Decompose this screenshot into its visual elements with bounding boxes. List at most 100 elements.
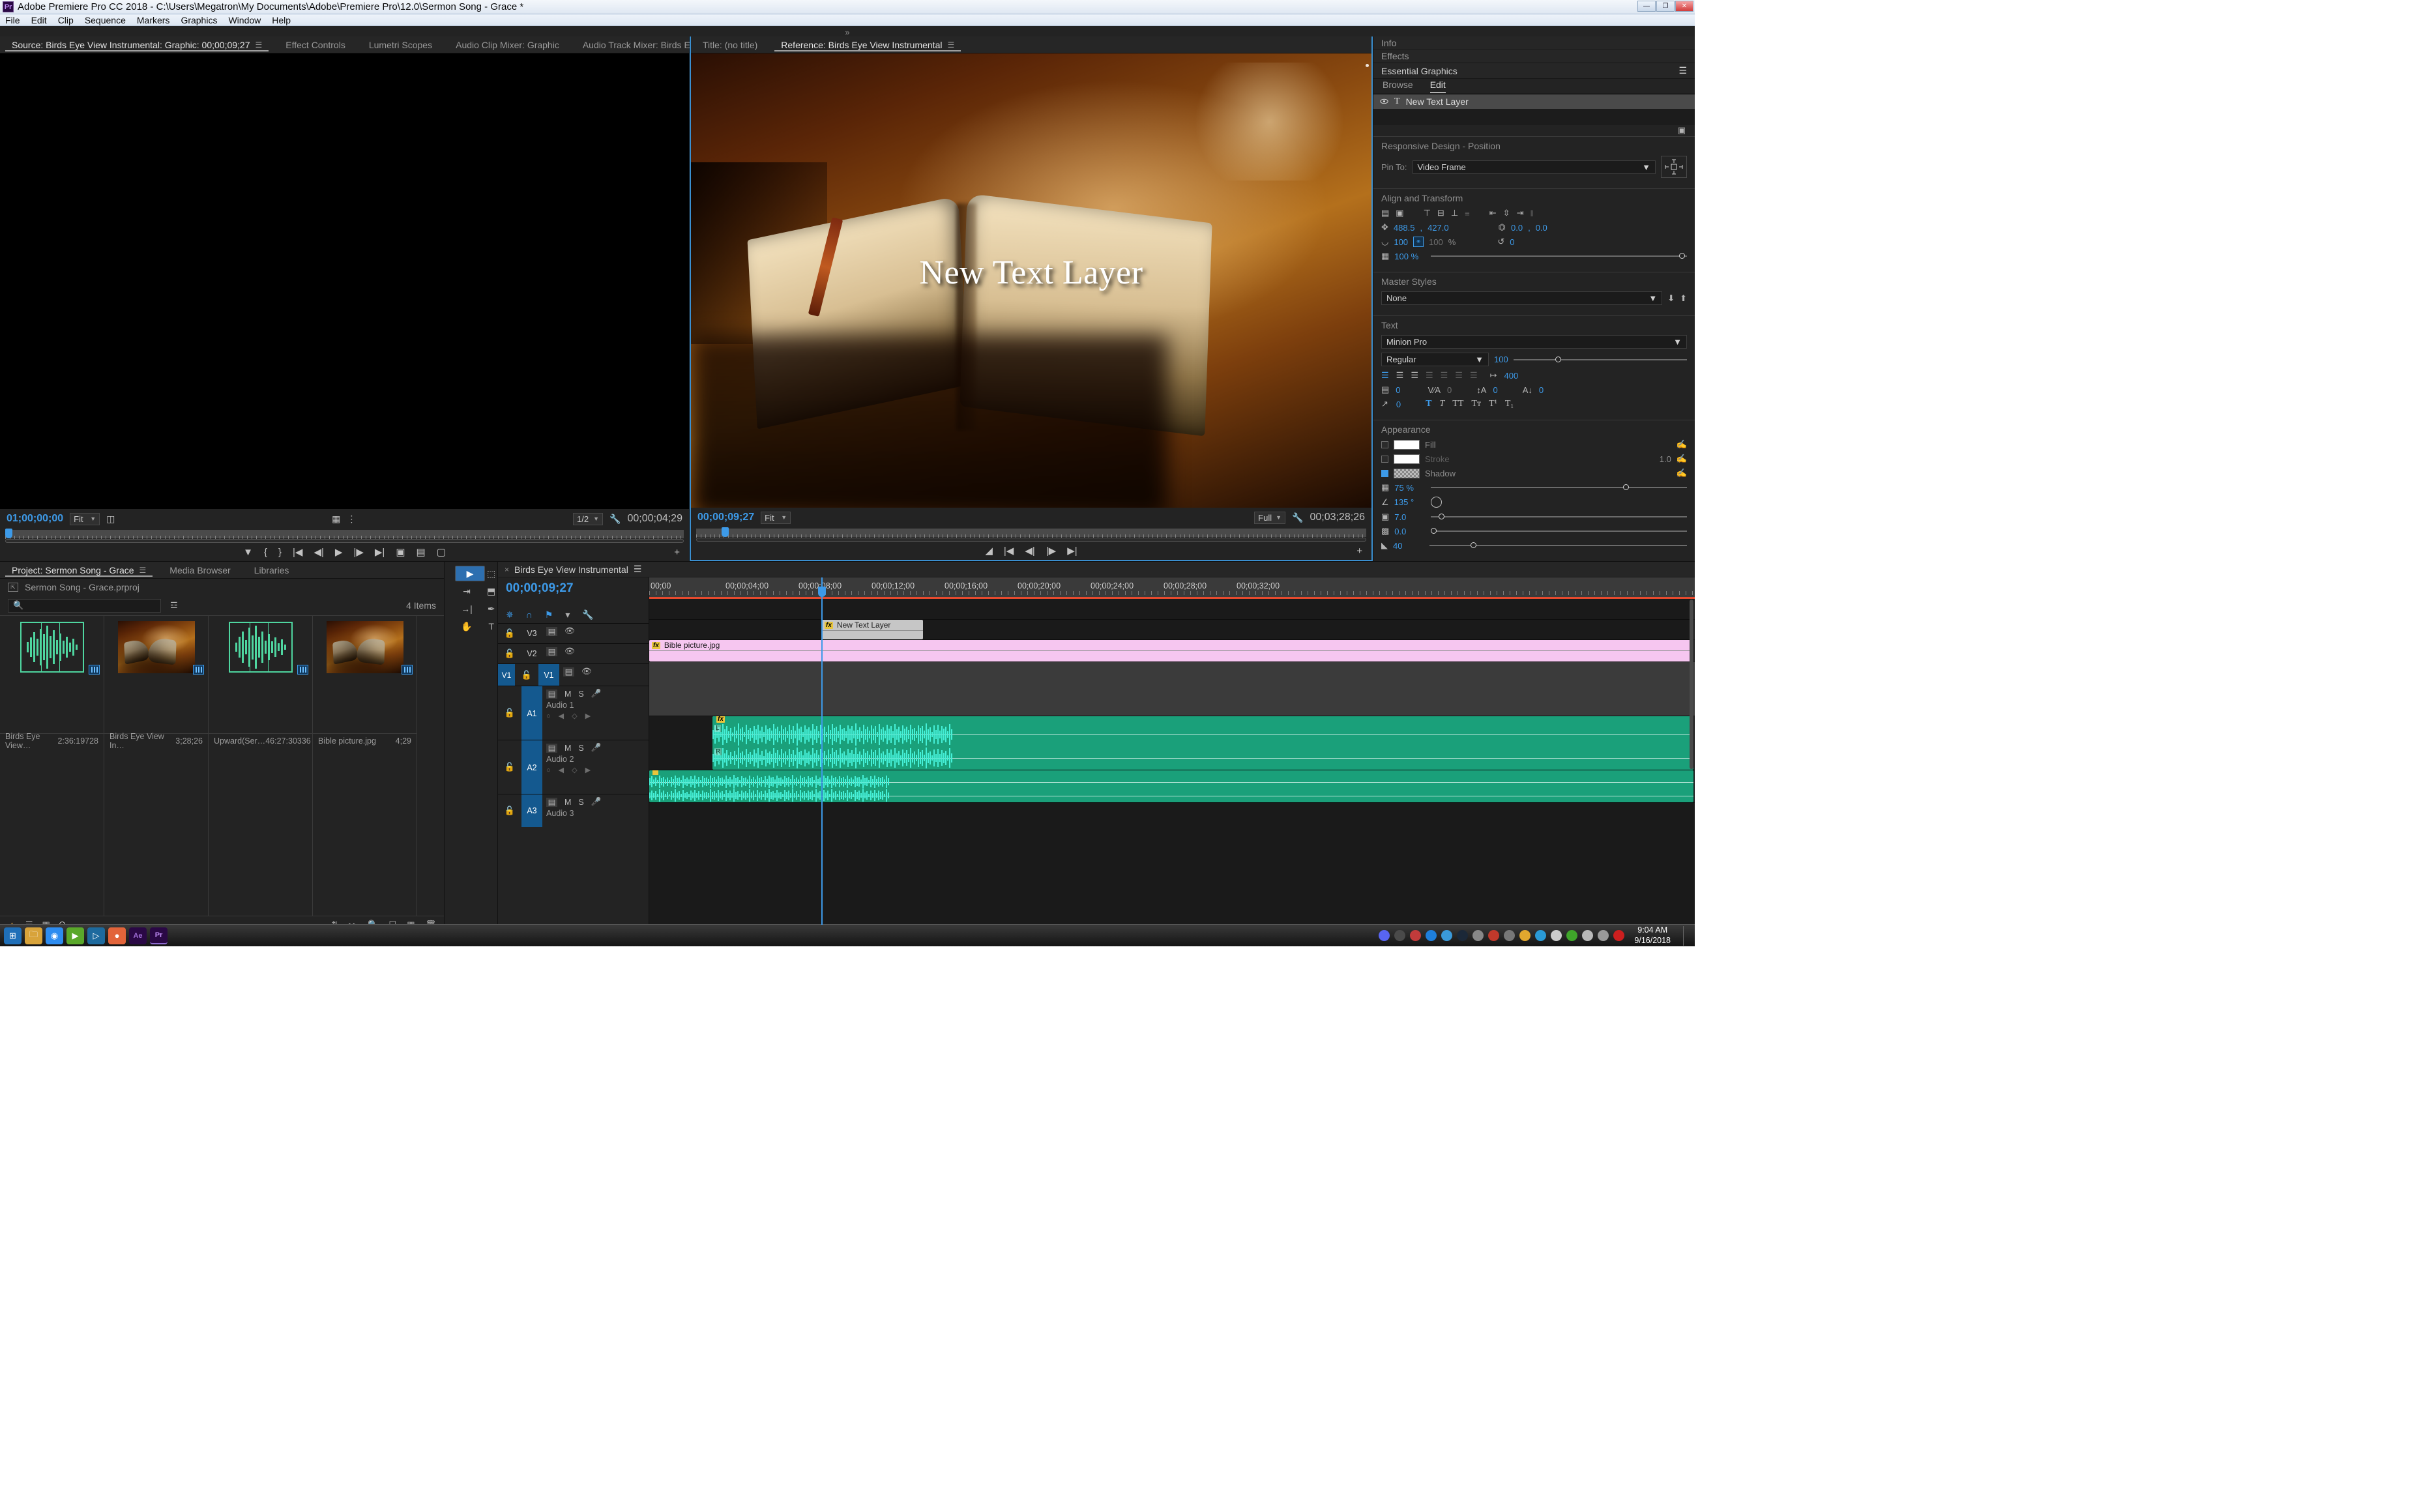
track-output-icon[interactable]: ▤	[546, 689, 557, 699]
maximize-button[interactable]: ❐	[1656, 1, 1675, 12]
step-back-icon[interactable]: ◀|	[1025, 545, 1034, 557]
info-panel-tab[interactable]: Info	[1373, 36, 1695, 50]
program-current-timecode[interactable]: 00;00;09;27	[697, 512, 754, 523]
malwarebytes-tray-icon[interactable]	[1488, 930, 1500, 941]
panel-menu-icon[interactable]: ☰	[139, 566, 147, 575]
go-to-in-icon[interactable]: |◀	[1004, 545, 1014, 557]
dropbox-tray-icon[interactable]	[1426, 930, 1437, 941]
align-text-right-icon[interactable]: ☰	[1411, 370, 1418, 381]
mark-out-icon[interactable]: }	[278, 547, 282, 558]
folder-tray-icon[interactable]	[1441, 930, 1453, 941]
tab-lumetri-scopes[interactable]: Lumetri Scopes	[357, 36, 444, 53]
stroke-checkbox[interactable]	[1381, 455, 1388, 463]
stroke-eyedropper-icon[interactable]: ✍	[1677, 454, 1687, 464]
export-frame-icon[interactable]: ▦	[332, 514, 340, 525]
button-editor-icon[interactable]: +	[674, 547, 680, 558]
small-caps-icon[interactable]: Tᴛ	[1471, 399, 1481, 409]
track-header-v1[interactable]: V1 🔓 V1 ▤ 👁	[498, 663, 649, 686]
satellite-tray-icon[interactable]	[1504, 930, 1516, 941]
notification-tray-icon[interactable]	[1394, 930, 1406, 941]
add-marker-icon[interactable]: ▾	[565, 609, 570, 620]
subscript-icon[interactable]: T₁	[1505, 399, 1514, 409]
parent-folder-icon[interactable]: ⇱	[8, 583, 18, 592]
overwrite-icon[interactable]: ▤	[417, 546, 426, 558]
create-style-up-icon[interactable]: ⬆	[1680, 293, 1687, 304]
source-settings-icon[interactable]: ◫	[106, 514, 115, 525]
clip-bible-picture[interactable]: fx Bible picture.jpg	[649, 640, 1693, 662]
tab-audio-clip-mixer[interactable]: Audio Clip Mixer: Graphic	[444, 36, 571, 53]
rolling-edit-tool[interactable]: ⬒	[487, 583, 495, 599]
mic-icon[interactable]: 🎤	[591, 689, 602, 699]
premiere-pro-taskbar-icon[interactable]: Pr	[150, 927, 168, 944]
program-monitor-canvas[interactable]: New Text Layer	[691, 53, 1371, 508]
file-explorer-taskbar-icon[interactable]: 🗀	[25, 927, 42, 944]
all-caps-icon[interactable]: TT	[1452, 399, 1463, 409]
razor-tool[interactable]: ✒	[487, 601, 495, 617]
insert-overwrite-sequence-icon[interactable]: ✵	[506, 609, 514, 620]
track-name-v1[interactable]: V1	[538, 664, 559, 686]
mute-button[interactable]: M	[564, 744, 571, 753]
pin-to-select[interactable]: Video Frame ▼	[1412, 160, 1656, 174]
lock-icon[interactable]: 🔓	[498, 794, 521, 826]
shadow-distance-value[interactable]: 7.0	[1394, 512, 1426, 522]
program-playhead[interactable]	[722, 527, 729, 537]
eye-icon[interactable]	[1380, 97, 1388, 106]
menu-sequence[interactable]: Sequence	[85, 15, 126, 25]
go-to-out-icon[interactable]: ▶|	[375, 546, 385, 558]
lock-aspect-ratio-icon[interactable]: ⚭	[1413, 237, 1424, 247]
eye-icon[interactable]: 👁	[564, 626, 575, 636]
play-icon[interactable]: ▶	[335, 546, 343, 558]
clip-audio-a3[interactable]	[649, 770, 1693, 802]
prev-keyframe-icon[interactable]: ◀	[559, 766, 564, 774]
menu-clip[interactable]: Clip	[58, 15, 74, 25]
timeline-ruler[interactable]: 00;00 00;00;04;00 00;00;08;00 00;00;12;0…	[649, 577, 1695, 597]
shadow-checkbox[interactable]	[1381, 469, 1388, 477]
lock-icon[interactable]: 🔓	[498, 686, 521, 740]
close-button[interactable]: ✕	[1675, 1, 1693, 12]
opacity-value[interactable]: 100 %	[1394, 252, 1426, 261]
timeline-canvas[interactable]: 00;00 00;00;04;00 00;00;08;00 00;00;12;0…	[649, 577, 1695, 925]
menu-markers[interactable]: Markers	[137, 15, 170, 25]
step-back-icon[interactable]: ◀|	[314, 546, 323, 558]
subtab-edit[interactable]: Edit	[1429, 80, 1446, 93]
fill-eyedropper-icon[interactable]: ✍	[1677, 439, 1687, 450]
export-frame-button-icon[interactable]: ▢	[437, 546, 446, 558]
shadow-distance-slider[interactable]	[1431, 514, 1687, 519]
baseline-shift-value[interactable]: 0	[1539, 385, 1544, 395]
align-right-icon[interactable]: ⇥	[1517, 208, 1524, 218]
firefox-taskbar-icon[interactable]: ●	[108, 927, 126, 944]
menu-edit[interactable]: Edit	[31, 15, 47, 25]
superscript-icon[interactable]: T¹	[1489, 399, 1497, 409]
track-name-v2[interactable]: V2	[521, 644, 542, 663]
ccleaner-tray-icon[interactable]	[1519, 930, 1531, 941]
track-output-icon[interactable]: ▤	[546, 647, 557, 656]
shadow-size-value[interactable]: 0.0	[1394, 527, 1426, 536]
keyframe-opacity-icon[interactable]: ○	[546, 712, 551, 720]
align-middle-icon[interactable]: ⊟	[1437, 208, 1444, 218]
next-keyframe-icon[interactable]: ▶	[585, 766, 591, 774]
go-to-out-icon[interactable]: ▶|	[1067, 545, 1077, 557]
tab-media-browser[interactable]: Media Browser	[158, 562, 242, 578]
ripple-edit-tool[interactable]: ⇥	[448, 583, 485, 599]
button-editor-icon[interactable]: +	[1356, 545, 1362, 557]
eye-icon[interactable]: 👁	[564, 647, 575, 656]
type-tool[interactable]: T	[487, 618, 495, 634]
track-select-forward-tool[interactable]: ⬚	[487, 566, 495, 581]
source-scrubber[interactable]	[0, 529, 689, 543]
tab-width-value[interactable]: 400	[1504, 371, 1519, 381]
track-output-icon[interactable]: ▤	[546, 743, 557, 753]
source-zoom-select[interactable]: Fit ▼	[70, 512, 100, 525]
timeline-track-v1[interactable]: fx Bible picture.jpg	[649, 640, 1695, 662]
rate-stretch-tool[interactable]: →|	[448, 601, 485, 617]
nvidia-geforce-taskbar-icon[interactable]: ▶	[66, 927, 84, 944]
align-bottom-icon[interactable]: ⊥	[1451, 208, 1458, 218]
shadow-blur-value[interactable]: 40	[1393, 541, 1424, 551]
program-zoom-select[interactable]: Fit ▼	[761, 511, 791, 524]
stroke-width-value[interactable]: 1.0	[1660, 454, 1671, 464]
insert-icon[interactable]: ▣	[396, 546, 405, 558]
timeline-track-a1[interactable]	[649, 662, 1695, 716]
tab-title[interactable]: Title: (no title)	[691, 36, 769, 53]
align-horizontal-center-icon[interactable]: ▤	[1381, 208, 1389, 218]
timeline-track-v3[interactable]	[649, 600, 1695, 620]
tab-source[interactable]: Source: Birds Eye View Instrumental: Gra…	[0, 36, 274, 53]
